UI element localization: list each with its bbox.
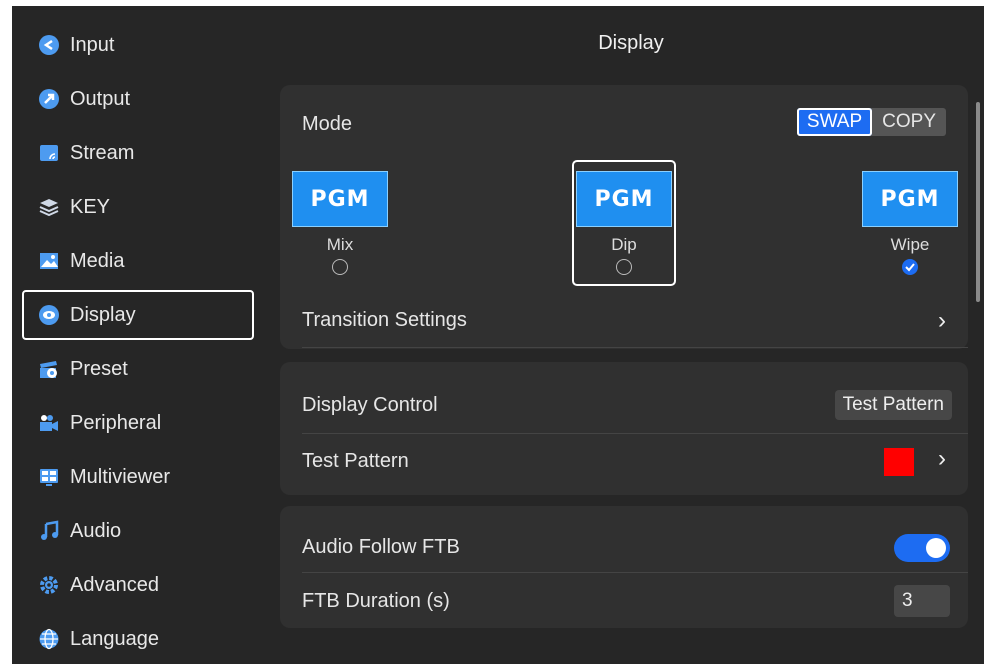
test-pattern-label: Test Pattern [302,450,409,472]
sidebar-item-preset[interactable]: Preset [22,344,254,394]
pgm-thumbnail: PGM [292,171,388,227]
sidebar-item-label: Output [70,87,131,110]
pgm-thumbnail: PGM [862,171,958,227]
app-window: Input Output Stream KEY Media Display Pr… [12,6,984,664]
sidebar-item-label: Stream [70,141,135,164]
display-control-label: Display Control [302,394,438,416]
chevron-right-icon[interactable]: › [938,445,946,473]
ftb-card: Audio Follow FTB FTB Duration (s) 3 [280,506,968,628]
sidebar-item-label: Language [70,627,159,650]
mode-copy-button[interactable]: COPY [872,108,946,136]
transition-name: Wipe [890,235,930,254]
key-layers-icon [38,196,60,218]
display-icon [38,304,60,326]
sidebar-item-input[interactable]: Input [22,20,254,70]
sidebar-item-label: Input [70,33,115,56]
display-control-select[interactable]: Test Pattern [834,390,952,420]
sidebar-item-output[interactable]: Output [22,74,254,124]
transition-option-wipe[interactable]: PGM Wipe [858,165,962,285]
sidebar-item-label: Display [70,303,136,326]
transition-option-dip[interactable]: PGM Dip [572,160,676,286]
display-control-card: Display Control Test Pattern Test Patter… [280,362,968,495]
language-icon [38,628,60,650]
sidebar-item-label: KEY [70,195,111,218]
transition-settings-label[interactable]: Transition Settings [302,309,467,332]
pgm-thumbnail: PGM [576,171,672,227]
sidebar-item-media[interactable]: Media [22,236,254,286]
preset-icon [38,358,60,380]
sidebar-item-audio[interactable]: Audio [22,506,254,556]
multiviewer-icon [38,466,60,488]
transition-radio[interactable] [332,259,348,275]
test-pattern-color-swatch[interactable] [884,448,914,476]
checkmark-icon [904,262,915,271]
divider [302,433,968,434]
transition-option-mix[interactable]: PGM Mix [288,165,392,285]
stream-icon [38,142,60,164]
input-icon [38,34,60,56]
sidebar-item-language[interactable]: Language [22,614,254,664]
audio-follow-ftb-toggle[interactable] [894,534,950,562]
sidebar-item-multiviewer[interactable]: Multiviewer [22,452,254,502]
output-icon [38,88,60,110]
main-panel: Display Mode SWAP COPY PGM Mix PGM Dip P… [278,6,984,664]
mode-label: Mode [302,113,353,135]
ftb-duration-input[interactable]: 3 [894,585,950,617]
scrollbar[interactable] [976,102,980,302]
sidebar-item-label: Media [70,249,125,272]
transition-radio[interactable] [616,259,632,275]
sidebar-item-label: Peripheral [70,411,162,434]
divider [302,347,968,348]
media-icon [38,250,60,272]
sidebar-item-advanced[interactable]: Advanced [22,560,254,610]
transition-card: Mode SWAP COPY PGM Mix PGM Dip PGM Wipe [280,85,968,349]
mode-swap-button[interactable]: SWAP [796,108,873,136]
sidebar: Input Output Stream KEY Media Display Pr… [12,6,262,664]
audio-follow-ftb-label: Audio Follow FTB [302,536,460,558]
sidebar-item-label: Multiviewer [70,465,171,488]
transition-radio-checked[interactable] [902,259,918,275]
transition-name: Dip [611,235,637,254]
divider [302,572,968,573]
ftb-duration-label: FTB Duration (s) [302,590,450,612]
advanced-icon [38,574,60,596]
toggle-knob [926,538,946,558]
peripheral-icon [38,412,60,434]
sidebar-item-display[interactable]: Display [22,290,254,340]
audio-icon [38,520,60,542]
mode-segmented-control: SWAP COPY [796,108,946,136]
sidebar-item-label: Advanced [70,573,159,596]
sidebar-item-stream[interactable]: Stream [22,128,254,178]
sidebar-item-label: Audio [70,519,122,542]
page-title: Display [598,32,664,54]
sidebar-item-label: Preset [70,357,128,380]
sidebar-item-peripheral[interactable]: Peripheral [22,398,254,448]
transition-name: Mix [326,235,354,254]
sidebar-item-key[interactable]: KEY [22,182,254,232]
chevron-right-icon[interactable]: › [938,307,946,335]
